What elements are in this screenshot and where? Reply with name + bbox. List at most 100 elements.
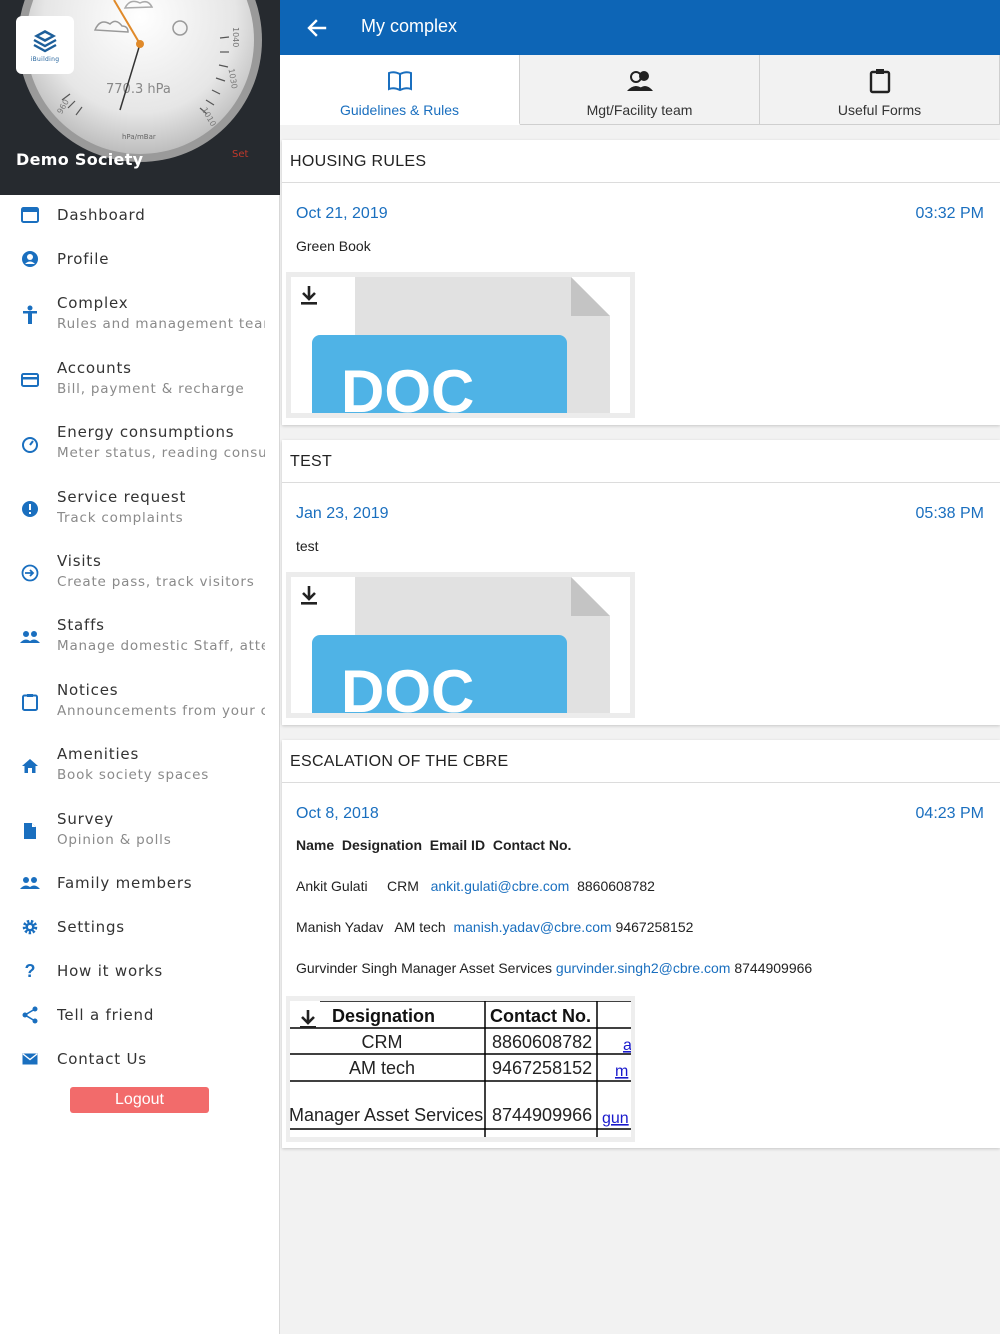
book-icon [386,67,414,95]
card-icon [19,369,41,391]
contact-name: Manish Yadav [296,919,384,935]
drawer-header: 1040 1030 1010 960 770.3 hPa hPa/mBar Se… [0,0,280,195]
menu-label: Staffs [57,616,105,634]
logout-button[interactable]: Logout [70,1087,209,1113]
clipboard-icon [866,67,894,95]
dashboard-icon [19,204,41,226]
post-title: ESCALATION OF THE CBRE [282,740,1000,783]
contact-designation: AM tech [394,919,446,935]
profile-icon [19,248,41,270]
meter-icon [19,433,41,455]
menu-item-amenities[interactable]: Amenities Book society spaces [0,743,279,791]
menu-label: Settings [57,918,125,936]
menu-item-service-request[interactable]: Service request Track complaints [0,486,279,534]
contact-email-link[interactable]: manish.yadav@cbre.com [453,919,611,935]
navigation-drawer: 1040 1030 1010 960 770.3 hPa hPa/mBar Se… [0,0,280,1334]
menu-item-accounts[interactable]: Accounts Bill, payment & recharge [0,357,279,405]
tab-label: Useful Forms [837,102,922,118]
app-logo: iBuilding [16,16,74,74]
page-title: My complex [361,16,458,36]
table-cell: 8860608782 [492,1032,592,1052]
menu-label: Service request [57,488,187,506]
attachment-preview[interactable]: DOC [286,572,635,718]
app-root: 1040 1030 1010 960 770.3 hPa hPa/mBar Se… [0,0,1000,1334]
post-title: HOUSING RULES [282,140,1000,183]
tab-mgt-facility-team[interactable]: Mgt/Facility team [520,55,760,125]
menu-label: Complex [57,294,129,312]
menu-item-visits[interactable]: Visits Create pass, track visitors [0,550,279,598]
team-icon [626,67,654,95]
post-title: TEST [282,440,1000,483]
menu-item-complex[interactable]: Complex Rules and management team [0,292,279,340]
tab-useful-forms[interactable]: Useful Forms [760,55,1000,125]
menu-item-how-it-works[interactable]: ? How it works [0,956,279,986]
gauge-unit: hPa/mBar [122,133,156,141]
contacts-header: Name Designation Email ID Contact No. [296,837,572,853]
post-card: ESCALATION OF THE CBRE Oct 8, 2018 04:23… [282,740,1000,1148]
menu-item-tell-a-friend[interactable]: Tell a friend [0,1000,279,1030]
tab-bar: Guidelines & Rules Mgt/Facility team Use… [280,55,1000,125]
share-icon [19,1004,41,1026]
menu-sublabel: Announcements from your complex [57,703,265,719]
post-card: TEST Jan 23, 2019 05:38 PM test DOC [282,440,1000,725]
menu-sublabel: Meter status, reading consumption [57,445,265,461]
doc-label: DOC [341,658,474,713]
attachment-preview[interactable]: DOC [286,272,635,418]
table-link: m [615,1063,628,1080]
table-cell: 8744909966 [492,1105,592,1125]
doc-file-icon: DOC [312,277,610,413]
menu-sublabel: Opinion & polls [57,832,172,848]
menu-label: Dashboard [57,206,146,224]
menu-label: Contact Us [57,1050,147,1068]
menu-item-staffs[interactable]: Staffs Manage domestic Staff, attendance [0,614,279,662]
society-name: Demo Society [16,150,144,169]
table-cell: Manager Asset Services [290,1105,483,1125]
menu-item-survey[interactable]: Survey Opinion & polls [0,808,279,856]
menu-item-energy[interactable]: Energy consumptions Meter status, readin… [0,421,279,469]
table-header-contact: Contact No. [490,1006,591,1026]
question-icon: ? [24,960,36,981]
post-date: Oct 21, 2019 [296,205,388,222]
contact-email-link[interactable]: ankit.gulati@cbre.com [431,878,570,894]
menu-item-notices[interactable]: Notices Announcements from your complex [0,679,279,727]
app-bar: My complex [280,0,1000,55]
document-icon [19,820,41,842]
attachment-preview[interactable]: Designation Contact No. CRM 8860608782 a… [286,996,635,1142]
gauge-reading: 770.3 hPa [106,82,171,97]
post-text: Green Book [296,238,371,254]
tab-label: Guidelines & Rules [339,102,460,118]
menu-sublabel: Rules and management team [57,316,265,332]
tab-guidelines-rules[interactable]: Guidelines & Rules [280,55,520,125]
download-icon[interactable] [298,1009,318,1031]
download-icon[interactable] [299,585,319,607]
table-header-designation: Designation [332,1006,435,1026]
table-link: gun [602,1110,629,1127]
menu-item-dashboard[interactable]: Dashboard [0,200,279,230]
logo-text: iBuilding [30,55,60,63]
menu-sublabel: Book society spaces [57,767,210,783]
gear-icon [19,916,41,938]
menu-label: Energy consumptions [57,423,235,441]
contact-name: Ankit Gulati [296,878,368,894]
contact-phone: 9467258152 [615,919,694,935]
post-text: test [296,538,319,554]
alert-icon [19,498,41,520]
menu-label: Accounts [57,359,132,377]
post-date: Jan 23, 2019 [296,505,389,522]
back-arrow-icon[interactable] [304,15,330,41]
menu-item-family-members[interactable]: Family members [0,868,279,898]
table-cell: 9467258152 [492,1058,592,1078]
post-time: 04:23 PM [915,805,984,822]
menu-sublabel: Track complaints [57,510,184,526]
download-icon[interactable] [299,285,319,307]
contacts-table-image: Designation Contact No. CRM 8860608782 a… [290,1001,631,1137]
post-time: 05:38 PM [915,505,984,522]
menu-label: Visits [57,552,102,570]
menu-item-profile[interactable]: Profile [0,244,279,274]
menu-item-contact-us[interactable]: Contact Us [0,1044,279,1074]
gauge-set-label: Set [232,149,249,160]
menu-label: Notices [57,681,119,699]
contact-email-link[interactable]: gurvinder.singh2@cbre.com [556,960,731,976]
mail-icon [19,1048,41,1070]
menu-item-settings[interactable]: Settings [0,912,279,942]
